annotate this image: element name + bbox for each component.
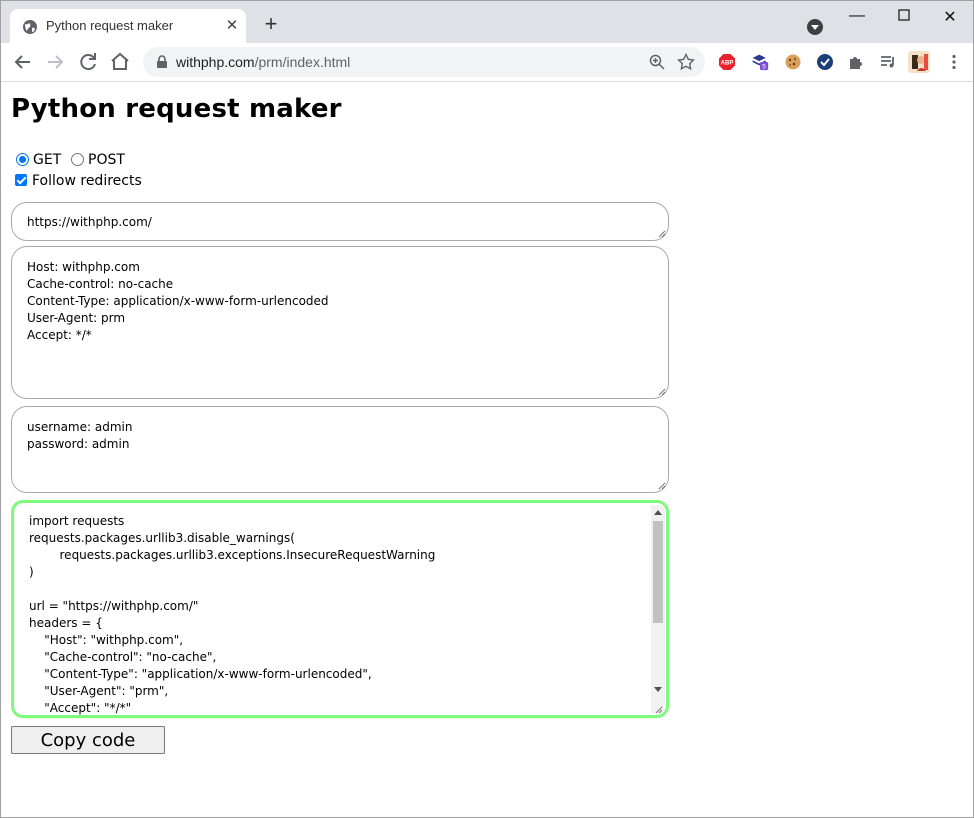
menu-kebab-icon[interactable] [945,53,963,71]
checkmark-extension-icon[interactable] [816,53,834,71]
text-line: "User-Agent": "prm", [29,684,169,698]
text-line: Host: withphp.com [27,260,140,274]
browser-window: Python request maker ✕ + — ✕ withphp.com… [0,0,974,818]
text-line: import requests [29,514,125,528]
method-post-label[interactable]: POST [88,152,125,168]
media-queue-icon[interactable] [879,53,897,71]
resize-grip-icon[interactable] [658,482,666,490]
text-line: headers = { [29,616,103,630]
close-window-button[interactable]: ✕ [927,7,973,27]
code-scrollbar[interactable] [651,505,665,713]
scrollbar-thumb[interactable] [653,521,663,623]
home-icon[interactable] [108,50,132,74]
text-line: ) [29,565,34,579]
minimize-button[interactable]: — [834,7,880,27]
text-line: requests.packages.urllib3.disable_warnin… [29,531,295,545]
page-title: Python request maker [11,94,342,124]
resize-grip-icon[interactable] [655,706,663,714]
close-tab-icon[interactable]: ✕ [224,18,240,34]
url-text[interactable]: withphp.com/prm/index.html [176,54,350,70]
follow-redirects-label[interactable]: Follow redirects [32,173,142,189]
adblock-plus-icon[interactable]: ABP [718,53,736,71]
page-content: Python request maker GET POST Follow red… [1,82,973,817]
extensions-puzzle-icon[interactable] [847,53,865,71]
back-icon[interactable] [11,50,35,74]
cookie-icon[interactable] [784,53,802,71]
text-line: "Accept": "*/*" [29,701,132,715]
svg-text:5: 5 [762,64,766,71]
text-line: "Cache-control": "no-cache", [29,650,217,664]
text-line [29,581,435,598]
maximize-button[interactable] [881,7,927,27]
bookmark-star-icon[interactable] [677,53,695,71]
text-line: "Host": "withphp.com", [29,633,184,647]
generated-code-textarea[interactable]: import requests requests.packages.urllib3… [11,500,669,718]
tab-title: Python request maker [46,18,174,33]
stack-extension-icon[interactable]: 5 [751,53,769,71]
lock-icon[interactable] [155,55,169,69]
scroll-up-icon[interactable] [654,510,662,515]
text-line: password: admin [27,437,130,451]
headers-textarea[interactable]: Host: withphp.com Cache-control: no-cache… [11,246,669,399]
method-get-radio[interactable] [16,153,29,166]
profile-avatar-icon[interactable] [908,51,930,73]
method-get-label[interactable]: GET [33,152,61,168]
text-line: requests.packages.urllib3.exceptions.Ins… [29,548,436,562]
text-line: Accept: */* [27,328,92,342]
resize-grip-icon[interactable] [658,388,666,396]
method-post-radio[interactable] [71,153,84,166]
resize-grip-icon[interactable] [658,230,666,238]
params-text: username: admin password: admin [27,419,132,453]
zoom-icon[interactable] [649,54,665,70]
new-tab-button[interactable]: + [259,13,283,37]
tab-strip: Python request maker ✕ + — ✕ [1,1,973,43]
browser-tab[interactable]: Python request maker ✕ [10,9,246,43]
scroll-down-icon[interactable] [654,687,662,692]
reload-icon[interactable] [76,50,100,74]
text-line: Content-Type: application/x-www-form-url… [27,294,329,308]
url-host: withphp.com [176,54,255,70]
globe-icon [23,20,37,34]
text-line: url = "https://withphp.com/" [29,599,199,613]
generated-code-text: import requests requests.packages.urllib3… [29,513,436,715]
headers-text: Host: withphp.com Cache-control: no-cache… [27,259,329,344]
tab-search-icon[interactable] [807,19,823,35]
params-textarea[interactable]: username: admin password: admin [11,406,669,493]
follow-redirects-checkbox[interactable] [15,174,27,186]
text-line: "Content-Type": "application/x-www-form-… [29,667,372,681]
forward-icon[interactable] [43,50,67,74]
text-line: Cache-control: no-cache [27,277,174,291]
text-line: username: admin [27,420,133,434]
copy-code-button[interactable]: Copy code [11,726,165,754]
url-input-value: https://withphp.com/ [27,215,152,229]
url-input[interactable]: https://withphp.com/ [11,202,669,241]
url-path: /prm/index.html [254,54,351,70]
svg-text:ABP: ABP [721,61,734,67]
text-line: User-Agent: prm [27,311,126,325]
address-bar[interactable]: withphp.com/prm/index.html [143,47,705,77]
browser-toolbar: withphp.com/prm/index.html ABP 5 [1,43,973,82]
